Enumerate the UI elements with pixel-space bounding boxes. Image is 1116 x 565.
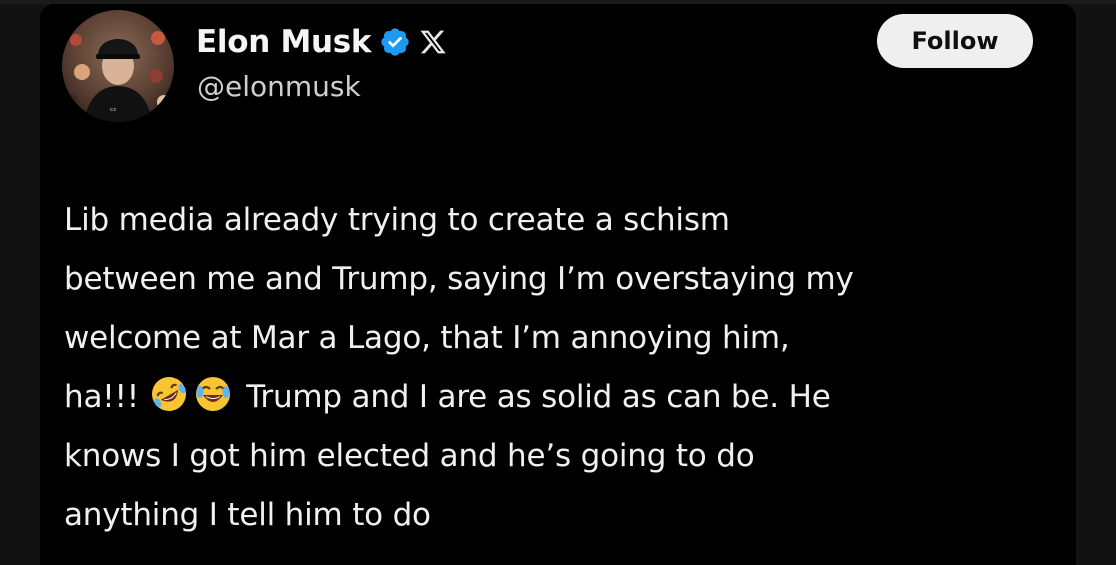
author-name[interactable]: Elon Musk (196, 24, 372, 60)
author-handle[interactable]: @elonmusk (197, 70, 361, 103)
avatar[interactable]: ᶜᶜ (62, 10, 174, 122)
avatar-photo: ᶜᶜ (62, 10, 174, 122)
tweet-line: Lib media already trying to create a sch… (64, 202, 730, 238)
tweet-line-with-emoji: ha!!! Trump and I are as solid as can be… (64, 368, 1074, 427)
tweet-line: anything I tell him to do (64, 497, 431, 533)
tweet-line: between me and Trump, saying I’m oversta… (64, 261, 854, 297)
author-name-row: Elon Musk (196, 20, 447, 64)
tweet-line-part: ha!!! (64, 379, 139, 415)
tweet-line: knows I got him elected and he’s going t… (64, 438, 755, 474)
screenshot-frame: ᶜᶜ Elon Musk @elonmusk Follow Lib media … (0, 0, 1116, 565)
verified-badge-icon (379, 26, 411, 58)
tweet-line-part: Trump and I are as solid as can be. He (246, 379, 831, 415)
tears-of-joy-emoji (193, 374, 233, 414)
svg-text:ᶜᶜ: ᶜᶜ (110, 107, 117, 117)
tweet-line: welcome at Mar a Lago, that I’m annoying… (64, 320, 790, 356)
x-logo-icon (419, 28, 447, 56)
follow-button[interactable]: Follow (877, 14, 1033, 68)
tweet-text: Lib media already trying to create a sch… (64, 191, 1074, 545)
rolling-on-floor-laughing-emoji (149, 374, 189, 414)
